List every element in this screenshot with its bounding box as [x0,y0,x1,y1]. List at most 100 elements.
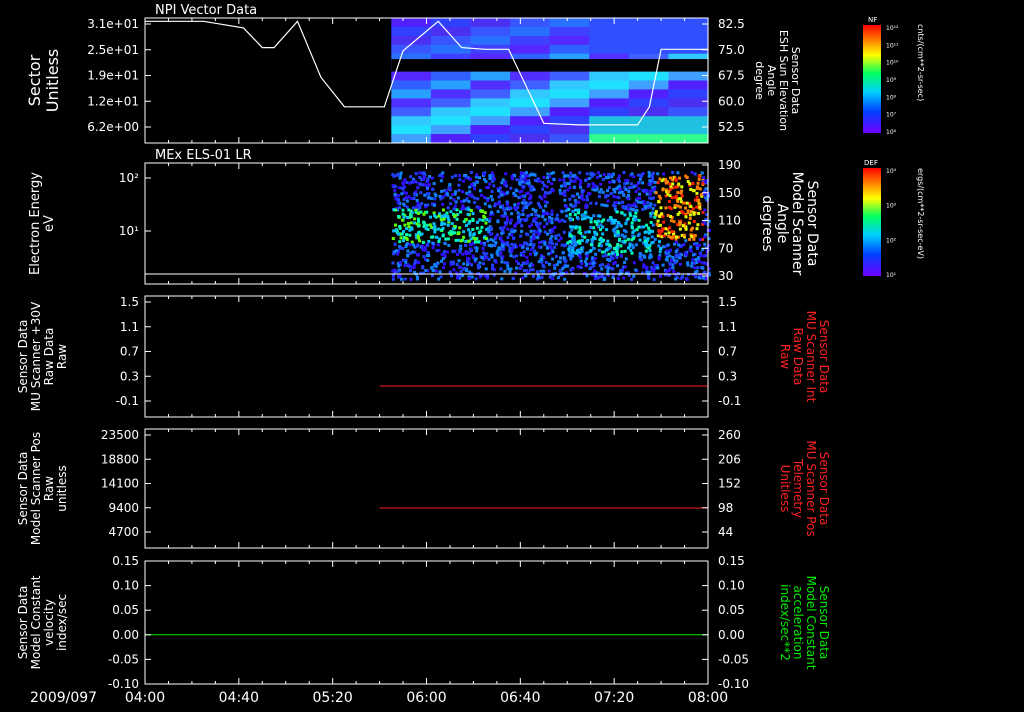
spectro-cell [632,274,636,278]
spectro-cell [551,189,555,193]
spectro-cell [698,203,702,207]
spectro-cell [525,181,529,185]
spectro-cell [547,269,551,273]
spectro-cell [626,217,630,221]
spectro-cell [509,218,513,222]
spectro-cell [585,257,589,261]
spectro-cell [660,229,664,233]
spectro-cell [520,180,524,184]
spectro-cell [647,205,651,209]
spectro-cell [413,217,417,221]
spectro-cell [564,174,568,178]
spectro-cell [521,213,525,216]
spectro-cell [623,261,627,264]
spectro-cell [613,208,617,211]
panel-frame [144,295,709,418]
heat-cell [391,107,432,117]
spectro-cell [651,261,655,265]
spectro-cell [583,260,587,264]
spectro-cell [409,175,413,179]
spectro-cell [600,275,604,278]
spectro-cell [391,237,395,240]
spectro-cell [553,266,557,270]
spectro-cell [510,233,514,237]
heat-cell [628,71,669,81]
spectro-cell [589,201,593,205]
spectro-cell [560,210,564,214]
spectro-cell [468,231,472,235]
spectro-cell [550,217,554,221]
spectro-cell [500,181,504,185]
spectro-cell [662,220,666,224]
spectro-cell [588,262,592,265]
spectro-cell [636,173,640,177]
spectro-cell [642,254,646,258]
spectro-cell [613,230,617,234]
spectro-cell [462,199,466,203]
left-tick-label: 10² [119,171,139,185]
spectro-cell [550,234,554,238]
spectro-cell [553,245,557,249]
spectro-cell [461,252,465,256]
spectro-cell [394,223,397,227]
spectro-cell [435,249,439,252]
spectro-cell [490,227,494,231]
spectro-cell [449,187,452,191]
left-axis-label: Raw Data [42,328,56,386]
colorbar-nf: NF cnts/(cm**2-sr-sec) 10¹²10¹¹10¹⁰10⁹10… [863,16,925,136]
spectro-cell [400,186,404,190]
spectro-cell [615,234,619,238]
spectro-cell [574,208,578,212]
spectro-cell [491,263,494,267]
spectro-cell [454,190,457,194]
spectro-cell [528,173,532,177]
spectro-cell [421,240,425,244]
spectro-cell [590,240,594,244]
spectro-cell [511,276,515,280]
spectro-cell [557,276,560,280]
left-axis-label: unitless [55,465,69,511]
spectro-cell [431,176,434,180]
right-tick-label: 70 [718,241,733,255]
spectro-cell [521,245,525,249]
spectro-cell [510,242,514,246]
spectro-cell [393,268,397,272]
spectro-cell [653,186,657,190]
spectro-cell [464,244,468,247]
spectro-cell [693,270,697,274]
spectro-cell [492,184,496,188]
spectro-cell [413,193,417,197]
spectro-cell [656,172,660,176]
spectro-cell [522,198,526,202]
right-tick-label: 152 [718,477,741,491]
heat-cell [430,134,472,144]
spectro-cell [461,190,465,194]
spectro-cell [468,251,472,255]
spectro-cell [630,251,634,255]
spectro-cell [552,171,555,175]
spectro-cell [646,237,650,241]
spectro-cell [608,246,612,250]
spectro-cell [556,218,560,222]
spectro-cell [668,200,671,203]
spectro-cell [681,224,685,228]
spectro-cell [441,175,445,179]
heat-cell [549,98,590,108]
heat-cell [470,18,511,28]
spectro-cell [464,218,468,221]
spectro-cell [695,227,699,231]
spectro-cell [692,212,696,216]
spectro-cell [421,265,425,269]
spectro-cell [680,194,684,198]
spectro-cell [480,241,483,245]
heat-cell [470,134,511,144]
spectro-cell [648,249,652,253]
time-axis: 04:00 04:40 05:20 06:00 06:40 07:20 08:00 [125,690,728,706]
heat-cell [391,89,432,99]
spectro-cell [508,246,512,250]
heat-cell [470,116,511,126]
spectro-cell [684,227,688,231]
spectro-cell [624,178,628,182]
right-tick-label: 0.15 [718,554,745,568]
spectro-cell [423,245,427,249]
